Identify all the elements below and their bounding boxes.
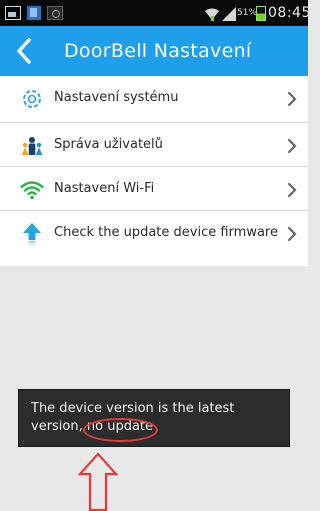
toast-line-1: The device version is the latest <box>31 401 235 416</box>
menu-item-label: Nastavení Wi-Fi <box>54 181 155 196</box>
chevron-right-icon <box>287 91 297 107</box>
app-header: DoorBell Nastavení <box>0 26 308 76</box>
chevron-left-icon <box>17 38 31 64</box>
menu-item-label: Check the update device firmware <box>54 225 278 240</box>
chevron-right-icon <box>287 182 297 198</box>
users-icon <box>21 137 43 155</box>
chevron-right-icon <box>287 226 297 242</box>
menu-item-label: Správa uživatelů <box>54 137 163 152</box>
wifi-icon <box>20 181 44 200</box>
battery-icon <box>256 6 266 21</box>
gallery-icon <box>5 6 21 20</box>
highlight-ellipse <box>83 418 158 442</box>
toast-line-2-prefix: version, <box>31 419 83 434</box>
status-bar: 51% 08:45 <box>0 0 311 26</box>
menu-item-firmware-update[interactable]: Check the update device firmware <box>0 211 308 260</box>
clock: 08:45 <box>268 5 311 21</box>
menu-item-system-settings[interactable]: Nastavení systému <box>0 76 308 123</box>
wifi-icon <box>204 6 220 21</box>
back-button[interactable] <box>2 26 46 76</box>
settings-menu: Nastavení systému Správa uživatelů Nasta… <box>0 76 308 266</box>
signal-icon <box>222 6 236 21</box>
menu-item-label: Nastavení systému <box>54 90 179 105</box>
toast-message: The device version is the latest version… <box>18 389 290 447</box>
app-icon <box>27 6 41 20</box>
gear-icon <box>23 90 41 108</box>
up-arrow-outline-icon <box>78 452 118 511</box>
page-title: DoorBell Nastavení <box>64 40 252 62</box>
menu-item-wifi-settings[interactable]: Nastavení Wi-Fi <box>0 167 308 211</box>
upload-arrow-icon <box>23 223 41 245</box>
photo-icon <box>47 6 63 20</box>
chevron-right-icon <box>287 138 297 154</box>
menu-item-user-management[interactable]: Správa uživatelů <box>0 123 308 167</box>
battery-percentage: 51% <box>237 8 258 18</box>
